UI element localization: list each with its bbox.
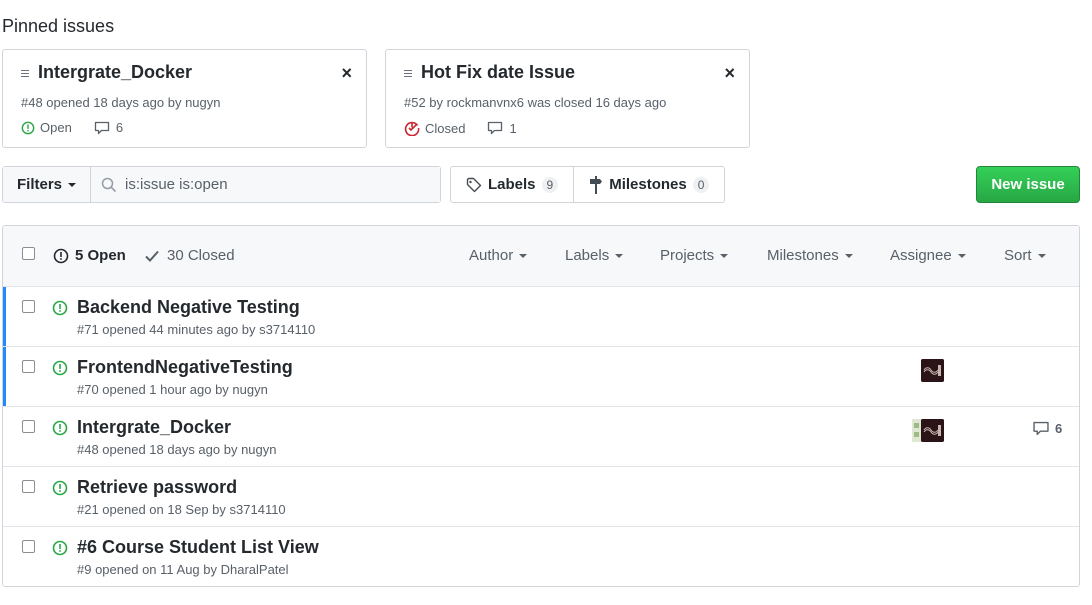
issue-row: #6 Course Student List View #9 opened on… bbox=[3, 527, 1079, 586]
issue-open-icon bbox=[21, 121, 35, 134]
comment-count[interactable]: 6 bbox=[94, 120, 123, 135]
issue-checkbox[interactable] bbox=[22, 480, 35, 493]
filters-dropdown-button[interactable]: Filters bbox=[3, 167, 91, 202]
caret-down-icon bbox=[844, 253, 853, 258]
issue-row: Intergrate_Docker #48 opened 18 days ago… bbox=[3, 407, 1079, 467]
filters-label: Filters bbox=[16, 176, 62, 193]
select-all-checkbox[interactable] bbox=[22, 247, 35, 260]
issue-checkbox[interactable] bbox=[22, 300, 35, 313]
issue-title-link[interactable]: #6 Course Student List View bbox=[77, 537, 319, 558]
issue-checkbox[interactable] bbox=[22, 420, 35, 433]
projects-filter[interactable]: Projects bbox=[660, 247, 729, 264]
pinned-card-meta: #52 by rockmanvnx6 was closed 16 days ag… bbox=[404, 95, 667, 110]
filters-search-bar: Filters bbox=[2, 166, 441, 203]
pinned-card-title[interactable]: Intergrate_Docker bbox=[38, 62, 192, 83]
close-icon[interactable]: × bbox=[724, 64, 735, 82]
comment-count-value: 6 bbox=[115, 120, 124, 135]
issue-meta: #70 opened 1 hour ago by nugyn bbox=[77, 382, 268, 397]
issue-row: FrontendNegativeTesting #70 opened 1 hou… bbox=[3, 347, 1079, 407]
avatar-image-icon bbox=[921, 419, 944, 442]
author-filter-label: Author bbox=[469, 247, 514, 264]
tag-icon bbox=[466, 177, 482, 192]
caret-down-icon bbox=[519, 253, 528, 258]
search-icon bbox=[101, 177, 117, 192]
close-icon[interactable]: × bbox=[341, 64, 352, 82]
new-issue-button[interactable]: New issue bbox=[976, 166, 1080, 203]
issue-checkbox[interactable] bbox=[22, 360, 35, 373]
caret-down-icon bbox=[1037, 253, 1046, 258]
status-label: Open bbox=[40, 120, 72, 135]
milestones-filter[interactable]: Milestones bbox=[767, 247, 853, 264]
issue-title-link[interactable]: FrontendNegativeTesting bbox=[77, 357, 293, 378]
issue-title-link[interactable]: Retrieve password bbox=[77, 477, 237, 498]
assignee-avatar[interactable] bbox=[921, 419, 944, 442]
comment-count-value: 6 bbox=[1055, 421, 1063, 436]
labels-button[interactable]: Labels 9 bbox=[451, 167, 573, 202]
issues-list: 5 Open 30 Closed Author Labels Projects … bbox=[2, 225, 1080, 587]
pinned-card-meta: #48 opened 18 days ago by nugyn bbox=[21, 95, 221, 110]
sort-filter-label: Sort bbox=[1004, 247, 1032, 264]
search-field[interactable] bbox=[91, 167, 440, 202]
closed-count-label: 30 Closed bbox=[167, 247, 235, 264]
caret-down-icon bbox=[720, 253, 729, 258]
caret-down-icon bbox=[68, 182, 76, 187]
assignee-filter[interactable]: Assignee bbox=[890, 247, 966, 264]
issue-open-icon bbox=[52, 360, 68, 376]
issue-row: Backend Negative Testing #71 opened 44 m… bbox=[3, 287, 1079, 347]
comment-icon bbox=[94, 121, 109, 134]
issue-open-icon bbox=[52, 480, 68, 496]
check-icon bbox=[145, 250, 159, 262]
issue-checkbox[interactable] bbox=[22, 540, 35, 553]
issue-open-icon bbox=[52, 300, 68, 316]
labels-milestones-group: Labels 9 Milestones 0 bbox=[450, 166, 726, 203]
avatar-image-icon bbox=[921, 359, 944, 382]
issue-meta: #21 opened on 18 Sep by s3714110 bbox=[77, 502, 286, 517]
milestones-button-label: Milestones bbox=[609, 176, 687, 193]
drag-handle-icon[interactable] bbox=[21, 70, 29, 79]
issue-comment-count[interactable]: 6 bbox=[1032, 421, 1062, 436]
pinned-card: Intergrate_Docker × #48 opened 18 days a… bbox=[2, 49, 367, 148]
issue-title-link[interactable]: Backend Negative Testing bbox=[77, 297, 300, 318]
milestones-count-badge: 0 bbox=[692, 176, 710, 193]
comment-icon bbox=[488, 121, 503, 135]
issue-open-icon bbox=[53, 248, 69, 263]
pinned-card-title[interactable]: Hot Fix date Issue bbox=[421, 62, 575, 83]
issues-list-header: 5 Open 30 Closed Author Labels Projects … bbox=[3, 226, 1079, 287]
search-input[interactable] bbox=[125, 176, 425, 193]
assignee-avatar[interactable] bbox=[921, 359, 944, 382]
author-filter[interactable]: Author bbox=[469, 247, 528, 264]
sort-filter[interactable]: Sort bbox=[1004, 247, 1046, 264]
labels-filter[interactable]: Labels bbox=[565, 247, 624, 264]
milestones-button[interactable]: Milestones 0 bbox=[573, 167, 724, 202]
comment-count-value: 1 bbox=[509, 120, 517, 136]
comment-count[interactable]: 1 bbox=[487, 120, 517, 136]
labels-button-label: Labels bbox=[488, 176, 536, 193]
open-count-label: 5 Open bbox=[75, 247, 126, 264]
projects-filter-label: Projects bbox=[660, 247, 715, 264]
assignee-filter-label: Assignee bbox=[890, 247, 952, 264]
labels-count-badge: 9 bbox=[541, 176, 559, 193]
milestones-filter-label: Milestones bbox=[767, 247, 839, 264]
status-label: Closed bbox=[425, 120, 466, 136]
issue-meta: #9 opened on 11 Aug by DharalPatel bbox=[77, 562, 289, 577]
issue-meta: #71 opened 44 minutes ago by s3714110 bbox=[77, 322, 316, 337]
caret-down-icon bbox=[957, 253, 966, 258]
drag-handle-icon[interactable] bbox=[404, 70, 412, 79]
issue-meta: #48 opened 18 days ago by nugyn bbox=[77, 442, 277, 457]
issue-closed-icon bbox=[404, 121, 420, 136]
issue-open-icon bbox=[52, 420, 68, 436]
open-issues-toggle[interactable]: 5 Open bbox=[53, 247, 126, 264]
issue-open-icon bbox=[52, 540, 68, 556]
labels-filter-label: Labels bbox=[565, 247, 610, 264]
pinned-issues-heading: Pinned issues bbox=[2, 16, 115, 36]
comment-icon bbox=[1033, 421, 1049, 436]
closed-issues-toggle[interactable]: 30 Closed bbox=[145, 247, 235, 264]
milestone-icon bbox=[590, 175, 603, 194]
pinned-card-status: Closed 1 bbox=[404, 120, 517, 136]
issue-title-link[interactable]: Intergrate_Docker bbox=[77, 417, 231, 438]
pinned-card-status: Open 6 bbox=[21, 120, 123, 135]
issue-row: Retrieve password #21 opened on 18 Sep b… bbox=[3, 467, 1079, 527]
caret-down-icon bbox=[615, 253, 624, 258]
pinned-card: Hot Fix date Issue × #52 by rockmanvnx6 … bbox=[385, 49, 750, 148]
